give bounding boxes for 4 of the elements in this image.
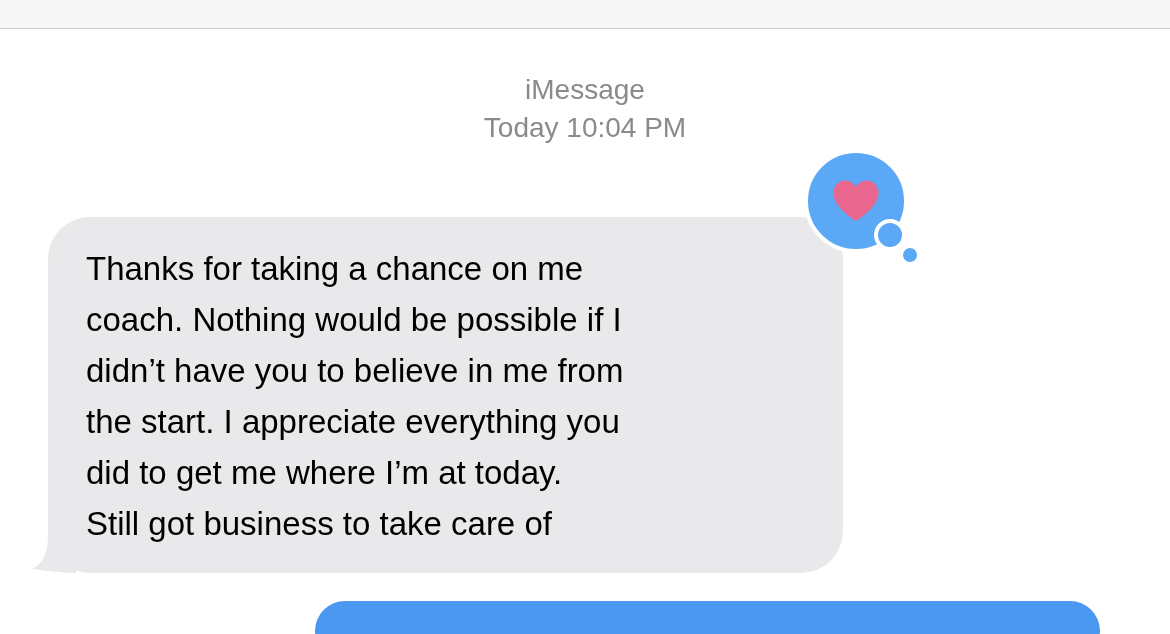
timestamp: Today 10:04 PM [483,111,687,145]
incoming-message-bubble[interactable] [48,217,843,573]
service-label: iMessage [525,73,645,107]
message-text: Thanks for taking a chance on me coach. Nothing would be possible if I didn’t have you to believe in me from the start. I appreciate everything you did to get me where I’m at today. Still got business to take care of [86,249,625,544]
